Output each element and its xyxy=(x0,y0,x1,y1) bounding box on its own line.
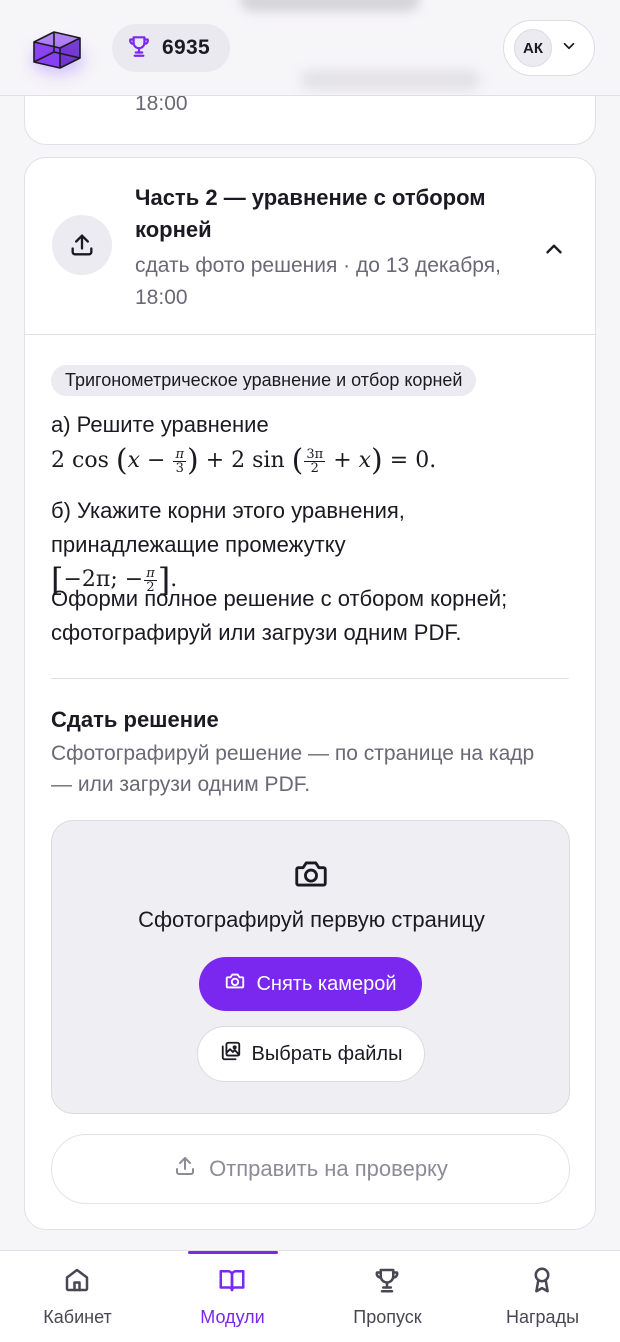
chevron-up-icon[interactable] xyxy=(541,236,567,267)
score-value: 6935 xyxy=(162,36,210,59)
score-badge[interactable]: 6935 xyxy=(112,24,230,72)
nav-item-rewards[interactable]: Награды xyxy=(465,1251,620,1342)
camera-icon xyxy=(292,855,330,898)
bottom-navigation: Кабинет Модули Пропуск Награды xyxy=(0,1250,620,1342)
nav-item-modules[interactable]: Модули xyxy=(155,1251,310,1342)
award-icon xyxy=(527,1265,557,1300)
camera-button[interactable]: Снять камерой xyxy=(199,957,422,1011)
home-icon xyxy=(62,1265,92,1300)
trophy-icon xyxy=(126,33,152,64)
instruction-text: Оформи полное решение с отбором корней; … xyxy=(51,586,508,645)
nav-item-pass[interactable]: Пропуск xyxy=(310,1251,465,1342)
upload-icon xyxy=(52,215,112,275)
images-icon xyxy=(220,1040,242,1068)
choose-files-label: Выбрать файлы xyxy=(251,1042,403,1065)
upload-icon xyxy=(173,1154,197,1184)
book-icon xyxy=(217,1265,247,1300)
nav-item-cabinet[interactable]: Кабинет xyxy=(0,1251,155,1342)
task-title: Часть 2 — уравнение с отбором корней xyxy=(135,185,486,242)
part-a-label: а) Решите уравнение xyxy=(51,412,269,437)
submit-title: Сдать решение xyxy=(51,707,219,732)
avatar: АК xyxy=(514,29,552,67)
task-deadline: сдать фото решения · до 13 декабря, 18:0… xyxy=(135,254,501,309)
send-for-review-button[interactable]: Отправить на проверку xyxy=(51,1134,570,1204)
divider xyxy=(51,678,569,679)
nav-label: Кабинет xyxy=(43,1307,112,1327)
blurred-subtitle xyxy=(300,70,480,90)
equation: 2 cos (x − π 3) + 2 sin (3π 2 + x) = 0. xyxy=(51,443,437,478)
nav-label: Пропуск xyxy=(353,1307,422,1327)
upload-dropzone[interactable]: Сфотографируй первую страницу Снять каме… xyxy=(51,820,570,1114)
camera-icon xyxy=(224,970,246,998)
nav-label: Модули xyxy=(200,1307,265,1327)
task-card: Часть 2 — уравнение с отбором корней сда… xyxy=(24,157,596,1230)
cube-logo-icon[interactable] xyxy=(24,18,90,74)
blurred-title xyxy=(240,0,420,12)
chevron-down-icon xyxy=(560,37,578,60)
submit-description: Сфотографируй решение — по странице на к… xyxy=(51,742,535,796)
send-button-label: Отправить на проверку xyxy=(209,1156,448,1181)
trophy-icon xyxy=(372,1265,402,1300)
dropzone-text: Сфотографируй первую страницу xyxy=(138,907,485,932)
app-header: 6935 АК xyxy=(0,0,620,96)
nav-label: Награды xyxy=(505,1307,580,1327)
task-header[interactable]: Часть 2 — уравнение с отбором корней сда… xyxy=(25,158,595,335)
user-menu[interactable]: АК xyxy=(503,20,595,76)
choose-files-button[interactable]: Выбрать файлы xyxy=(197,1026,425,1082)
camera-button-label: Снять камерой xyxy=(256,972,397,995)
topic-chip: Тригонометрическое уравнение и отбор кор… xyxy=(51,365,477,396)
